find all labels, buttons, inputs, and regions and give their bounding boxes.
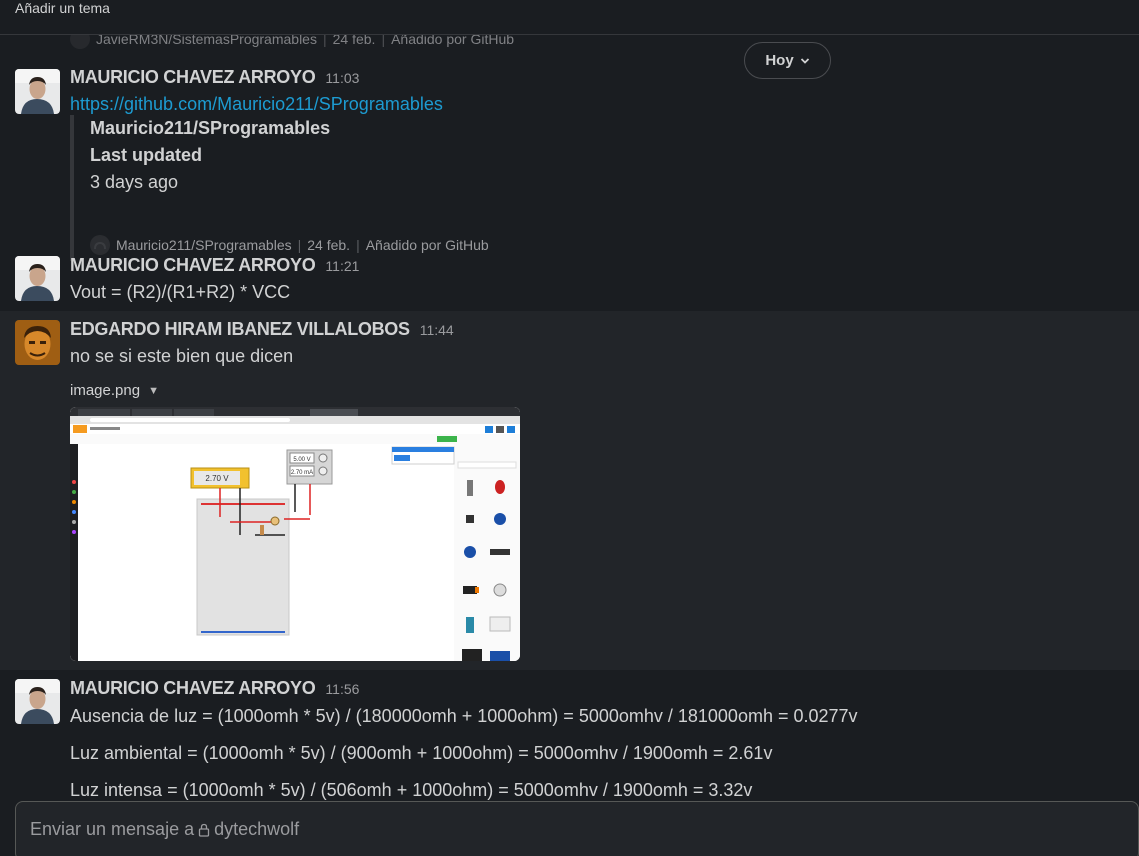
lock-icon bbox=[198, 823, 210, 837]
caret-down-icon: ▼ bbox=[148, 384, 159, 397]
file-name-toggle[interactable]: image.png ▼ bbox=[70, 382, 159, 399]
message-author[interactable]: EDGARDO HIRAM IBANEZ VILLALOBOS bbox=[70, 319, 410, 340]
image-supply-current: 2.70 mA bbox=[291, 470, 313, 476]
composer-recipient: dytechwolf bbox=[214, 819, 300, 839]
message-author[interactable]: MAURICIO CHAVEZ ARROYO bbox=[70, 67, 316, 88]
avatar[interactable] bbox=[15, 320, 60, 365]
unfurl-field-label: Last updated bbox=[90, 145, 203, 165]
attachment-date: 24 feb. bbox=[332, 35, 376, 47]
github-icon bbox=[70, 35, 90, 49]
day-divider-label: Hoy bbox=[765, 52, 794, 69]
message-timestamp[interactable]: 11:56 bbox=[325, 681, 359, 697]
message-text-line: Luz intensa = (1000omh * 5v) / (506omh +… bbox=[70, 780, 753, 800]
attachment-source: Añadido por GitHub bbox=[391, 35, 515, 47]
message: MAURICIO CHAVEZ ARROYO 11:03 https://git… bbox=[0, 59, 1139, 261]
message-timestamp[interactable]: 11:03 bbox=[325, 70, 359, 86]
message-author[interactable]: MAURICIO CHAVEZ ARROYO bbox=[70, 678, 316, 699]
avatar[interactable] bbox=[15, 69, 60, 114]
message: EDGARDO HIRAM IBANEZ VILLALOBOS 11:44 no… bbox=[0, 311, 1139, 670]
add-topic-link[interactable]: Añadir un tema bbox=[15, 0, 110, 16]
message-link[interactable]: https://github.com/Mauricio211/SPrograma… bbox=[70, 94, 443, 115]
day-divider-button[interactable]: Hoy bbox=[744, 42, 831, 79]
image-supply-voltage: 5.00 V bbox=[293, 457, 310, 463]
message-feed[interactable]: JavieRM3N/SistemasProgramables | 24 feb.… bbox=[0, 35, 1139, 800]
image-attachment[interactable]: 2.70 V 5.00 V 2.70 mA bbox=[70, 407, 520, 661]
message-text: Vout = (R2)/(R1+R2) * VCC bbox=[70, 282, 291, 302]
message-text-line: Luz ambiental = (1000omh * 5v) / (900omh… bbox=[70, 743, 773, 763]
message: MAURICIO CHAVEZ ARROYO 11:21 Vout = (R2)… bbox=[0, 247, 1139, 311]
unfurl-field-value: 3 days ago bbox=[90, 172, 179, 192]
avatar[interactable] bbox=[15, 679, 60, 724]
message-author[interactable]: MAURICIO CHAVEZ ARROYO bbox=[70, 255, 316, 276]
message-timestamp[interactable]: 11:21 bbox=[325, 258, 359, 274]
composer-placeholder: Enviar un mensaje a dytechwolf bbox=[30, 819, 300, 839]
message-composer[interactable]: Enviar un mensaje a dytechwolf bbox=[15, 801, 1139, 856]
chevron-down-icon bbox=[800, 57, 809, 64]
channel-header: Añadir un tema bbox=[0, 0, 1139, 35]
message-text: no se si este bien que dicen bbox=[70, 346, 294, 366]
avatar[interactable] bbox=[15, 256, 60, 301]
previous-attachment-footer: JavieRM3N/SistemasProgramables | 24 feb.… bbox=[70, 35, 514, 49]
message: MAURICIO CHAVEZ ARROYO 11:56 Ausencia de… bbox=[0, 670, 1139, 800]
file-name: image.png bbox=[70, 382, 141, 399]
message-timestamp[interactable]: 11:44 bbox=[420, 322, 454, 338]
unfurl-title[interactable]: Mauricio211/SProgramables bbox=[90, 118, 330, 139]
message-text-line: Ausencia de luz = (1000omh * 5v) / (1800… bbox=[70, 706, 858, 726]
link-unfurl: Mauricio211/SProgramables Last updated 3… bbox=[70, 115, 570, 261]
attachment-repo[interactable]: JavieRM3N/SistemasProgramables bbox=[96, 35, 317, 47]
image-voltmeter-reading: 2.70 V bbox=[205, 474, 229, 483]
